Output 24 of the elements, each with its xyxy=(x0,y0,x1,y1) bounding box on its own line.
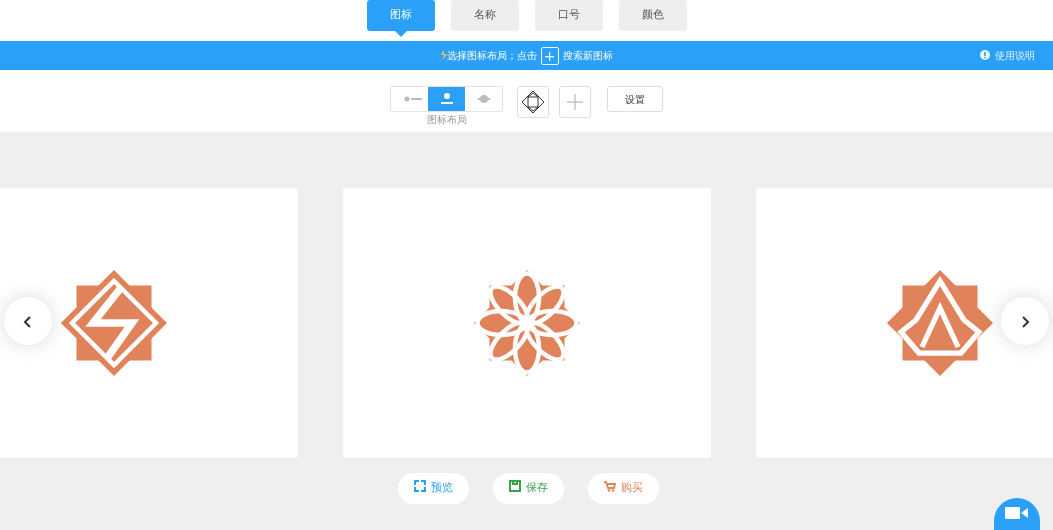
tab[interactable]: 颜色 xyxy=(618,0,687,31)
tab[interactable]: 口号 xyxy=(534,0,603,31)
help-link[interactable]: 使用说明 xyxy=(980,48,1035,63)
plus-icon xyxy=(567,94,583,110)
action-button[interactable]: 购买 xyxy=(588,473,659,504)
add-icon-button[interactable] xyxy=(559,86,591,118)
diamond-icon xyxy=(521,90,545,114)
action-button[interactable]: 预览 xyxy=(398,473,469,504)
action-button[interactable]: 保存 xyxy=(493,473,564,504)
chevron-right-icon xyxy=(1020,314,1030,329)
add-button[interactable]: + xyxy=(540,46,559,65)
video-button[interactable] xyxy=(994,498,1040,530)
banner-text-before: 选择图标布局；点击 xyxy=(440,48,537,63)
chevron-left-icon xyxy=(23,314,33,329)
pointer-icon xyxy=(394,31,407,37)
tab[interactable]: 名称 xyxy=(450,0,519,31)
layout-caption: 图标布局 xyxy=(426,113,467,127)
video-camera-icon xyxy=(1005,504,1029,521)
bolt-icon xyxy=(440,50,447,60)
layout-option[interactable] xyxy=(428,87,465,111)
settings-button[interactable]: 设置 xyxy=(607,86,663,112)
info-icon xyxy=(980,50,990,60)
banner-text-after: 搜索新图标 xyxy=(562,49,613,63)
diamond-icon-button[interactable] xyxy=(517,86,549,118)
